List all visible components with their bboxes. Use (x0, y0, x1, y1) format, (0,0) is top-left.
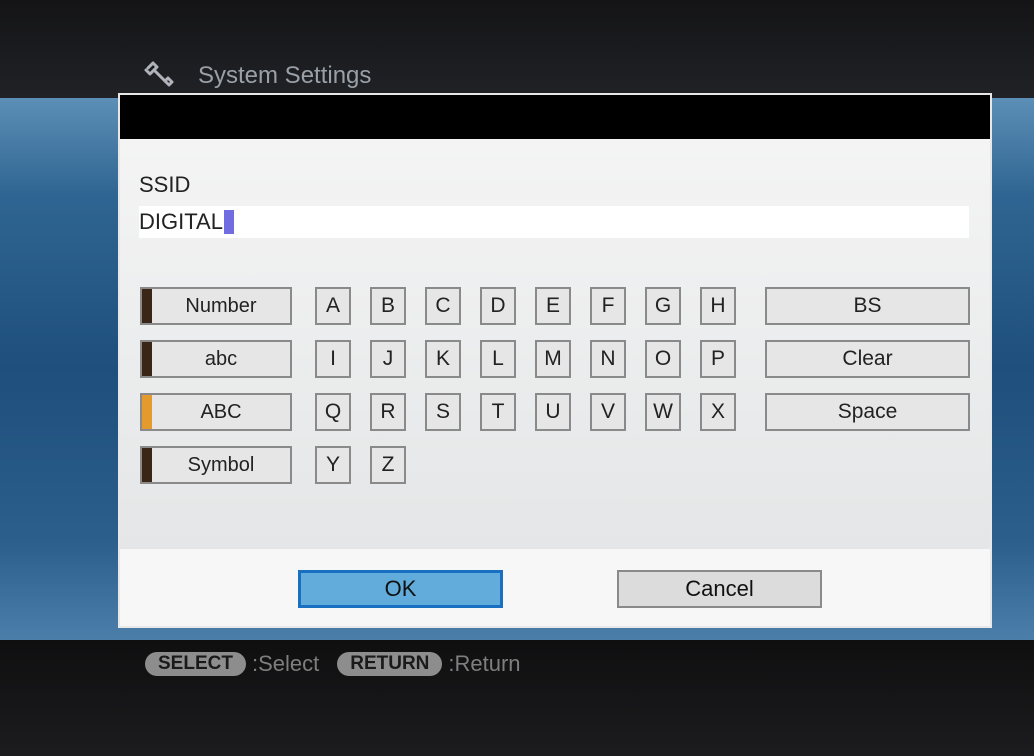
key-m[interactable]: M (535, 340, 571, 378)
key-l[interactable]: L (480, 340, 516, 378)
ssid-input[interactable]: DIGITAL (139, 206, 969, 238)
key-g[interactable]: G (645, 287, 681, 325)
key-d[interactable]: D (480, 287, 516, 325)
mode-button-number[interactable]: Number (140, 287, 292, 325)
clear-button[interactable]: Clear (765, 340, 970, 378)
mode-indicator (142, 448, 152, 482)
key-s[interactable]: S (425, 393, 461, 431)
key-i[interactable]: I (315, 340, 351, 378)
mode-label: Number (185, 294, 257, 317)
mode-button-symbol[interactable]: Symbol (140, 446, 292, 484)
select-hint: :Select (251, 651, 320, 676)
mode-button-abc[interactable]: ABC (140, 393, 292, 431)
key-k[interactable]: K (425, 340, 461, 378)
key-e[interactable]: E (535, 287, 571, 325)
text-cursor (223, 210, 234, 234)
mode-label: ABC (200, 400, 242, 423)
select-key-badge: SELECT (145, 652, 246, 676)
ssid-value: DIGITAL (139, 209, 223, 234)
key-n[interactable]: N (590, 340, 626, 378)
key-v[interactable]: V (590, 393, 626, 431)
key-h[interactable]: H (700, 287, 736, 325)
key-z[interactable]: Z (370, 446, 406, 484)
mode-indicator (142, 342, 152, 376)
key-f[interactable]: F (590, 287, 626, 325)
dialog-footer: OK Cancel (120, 549, 990, 626)
space-button[interactable]: Space (765, 393, 970, 431)
cancel-button[interactable]: Cancel (617, 570, 822, 608)
key-p[interactable]: P (700, 340, 736, 378)
ok-button[interactable]: OK (298, 570, 503, 608)
key-q[interactable]: Q (315, 393, 351, 431)
text-entry-dialog: SSID DIGITAL Number abc ABC Symbol A B C D E F G H I… (118, 93, 992, 628)
key-u[interactable]: U (535, 393, 571, 431)
key-w[interactable]: W (645, 393, 681, 431)
key-x[interactable]: X (700, 393, 736, 431)
page-header: System Settings (142, 58, 371, 94)
button-hint-bar: SELECT :Select RETURN :Return (145, 650, 539, 678)
mode-label: Symbol (187, 453, 255, 476)
dialog-titlebar (120, 95, 990, 139)
key-b[interactable]: B (370, 287, 406, 325)
key-c[interactable]: C (425, 287, 461, 325)
key-t[interactable]: T (480, 393, 516, 431)
return-key-badge: RETURN (337, 652, 443, 676)
page-title: System Settings (198, 62, 372, 89)
mode-label: abc (204, 347, 238, 370)
key-r[interactable]: R (370, 393, 406, 431)
mode-button-abc[interactable]: abc (140, 340, 292, 378)
ssid-label: SSID (139, 172, 191, 197)
key-a[interactable]: A (315, 287, 351, 325)
key-j[interactable]: J (370, 340, 406, 378)
wrench-icon (144, 61, 174, 87)
key-y[interactable]: Y (315, 446, 351, 484)
bs-button[interactable]: BS (765, 287, 970, 325)
mode-indicator (142, 289, 152, 323)
key-o[interactable]: O (645, 340, 681, 378)
return-hint: :Return (448, 651, 521, 676)
dialog-body: SSID DIGITAL Number abc ABC Symbol A B C D E F G H I… (120, 139, 990, 549)
mode-indicator (142, 395, 152, 429)
